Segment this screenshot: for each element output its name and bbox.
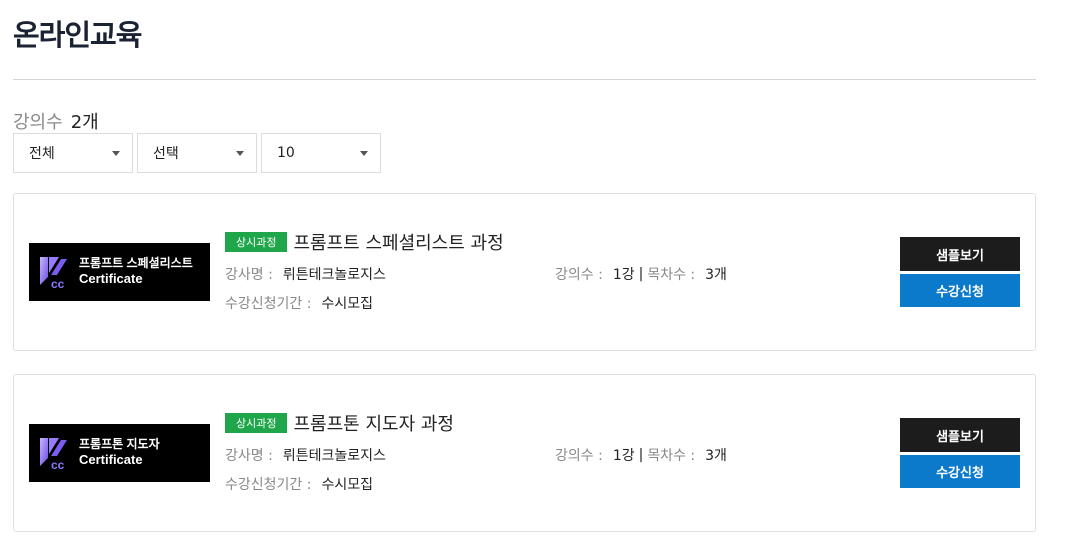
lectures-value: 1강: [612, 267, 635, 283]
course-thumbnail[interactable]: cc 프롬프트 스페셜리스트 Certificate: [29, 243, 210, 301]
course-count: 강의수 2개: [13, 108, 99, 134]
course-info: 상시과정 프롬프톤 지도자 과정 강사명 : 뤼튼테크놀로지스 강의수 : 1강…: [225, 410, 895, 494]
chapters-value: 3개: [705, 267, 727, 283]
option-select-value: 선택: [153, 146, 179, 162]
course-card: cc 프롬프트 스페셜리스트 Certificate 상시과정 프롬프트 스페셜…: [13, 193, 1036, 351]
thumbnail-title: 프롬프톤 지도자: [79, 437, 160, 452]
period-value: 수시모집: [321, 296, 373, 312]
instructor-label: 강사명 :: [225, 448, 273, 464]
status-badge: 상시과정: [225, 232, 288, 252]
option-select[interactable]: 선택: [137, 133, 257, 173]
thumbnail-subtitle: Certificate: [79, 271, 143, 287]
certificate-logo-icon: cc: [40, 257, 67, 289]
svg-text:cc: cc: [51, 458, 65, 470]
instructor-label: 강사명 :: [225, 267, 273, 283]
lectures-label: 강의수 :: [555, 267, 603, 283]
chevron-down-icon: [360, 150, 368, 156]
lectures-label: 강의수 :: [555, 448, 603, 464]
title-divider: [13, 79, 1036, 80]
period-label: 수강신청기간 :: [225, 477, 312, 493]
course-thumbnail[interactable]: cc 프롬프톤 지도자 Certificate: [29, 424, 210, 482]
course-count-label: 강의수: [13, 112, 63, 133]
lectures-value: 1강: [612, 448, 635, 464]
sample-view-button[interactable]: 샘플보기: [900, 418, 1020, 452]
chapters-label: 목차수 :: [647, 267, 696, 283]
page-title: 온라인교육: [13, 18, 142, 52]
category-select-value: 전체: [29, 146, 55, 162]
page-size-select[interactable]: 10: [261, 133, 381, 173]
status-badge: 상시과정: [225, 413, 288, 433]
thumbnail-title: 프롬프트 스페셜리스트: [79, 256, 193, 271]
instructor-value: 뤼튼테크놀로지스: [282, 267, 386, 283]
enroll-button[interactable]: 수강신청: [900, 274, 1020, 307]
chevron-down-icon: [236, 150, 244, 156]
enroll-button[interactable]: 수강신청: [900, 455, 1020, 488]
course-title[interactable]: 프롬프트 스페셜리스트 과정: [293, 229, 503, 255]
certificate-logo-icon: cc: [40, 438, 67, 470]
course-info: 상시과정 프롬프트 스페셜리스트 과정 강사명 : 뤼튼테크놀로지스 강의수 :…: [225, 229, 895, 313]
chapters-label: 목차수 :: [647, 448, 696, 464]
sample-view-button[interactable]: 샘플보기: [900, 237, 1020, 271]
svg-text:cc: cc: [51, 277, 65, 289]
instructor-value: 뤼튼테크놀로지스: [282, 448, 386, 464]
meta-separator: |: [638, 447, 644, 463]
chapters-value: 3개: [705, 448, 727, 464]
thumbnail-subtitle: Certificate: [79, 452, 143, 468]
course-count-value: 2개: [70, 112, 99, 133]
period-label: 수강신청기간 :: [225, 296, 312, 312]
filter-bar: 전체 선택 10: [13, 133, 381, 173]
chevron-down-icon: [112, 150, 120, 156]
period-value: 수시모집: [321, 477, 373, 493]
page-size-select-value: 10: [277, 145, 295, 161]
meta-separator: |: [638, 266, 644, 282]
course-title[interactable]: 프롬프톤 지도자 과정: [293, 410, 453, 436]
category-select[interactable]: 전체: [13, 133, 133, 173]
course-card: cc 프롬프톤 지도자 Certificate 상시과정 프롬프톤 지도자 과정…: [13, 374, 1036, 532]
